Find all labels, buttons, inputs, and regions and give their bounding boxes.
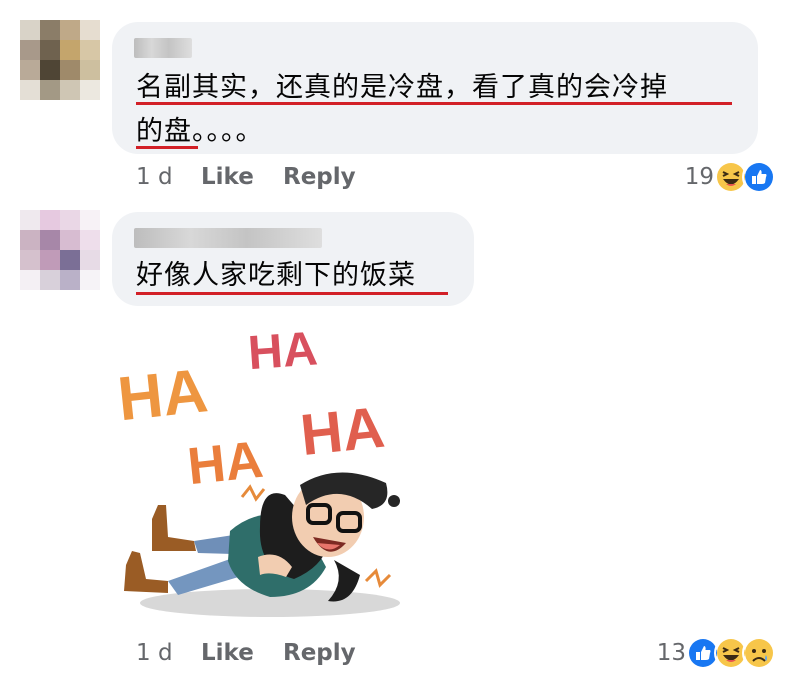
reaction-count: 19 [684, 164, 714, 190]
reaction-summary[interactable]: 19 [685, 160, 776, 194]
timestamp[interactable]: 1 d [136, 640, 173, 666]
laughing-sticker: HA HA HA HA [115, 322, 400, 617]
author-name[interactable] [134, 228, 322, 248]
reply-button[interactable]: Reply [283, 164, 356, 190]
comment-bubble: 名副其实，还真的是冷盘，看了真的会冷掉 的盘。。。。 [112, 22, 758, 154]
like-button[interactable]: Like [201, 640, 254, 666]
comment-text: 名副其实，还真的是冷盘，看了真的会冷掉 的盘。。。。 [136, 66, 668, 154]
author-name[interactable] [134, 38, 192, 58]
reaction-count: 13 [656, 640, 686, 666]
like-button[interactable]: Like [201, 164, 254, 190]
like-icon [742, 160, 776, 194]
sticker-text: HA [297, 395, 387, 468]
comment-bubble: 好像人家吃剩下的饭菜 [112, 212, 474, 306]
sticker-text: HA [246, 322, 319, 380]
comment-line: 的盘。。。。 [136, 116, 264, 147]
reply-button[interactable]: Reply [283, 640, 356, 666]
avatar[interactable] [20, 210, 100, 290]
reaction-summary[interactable]: 13 [657, 636, 776, 670]
timestamp[interactable]: 1 d [136, 164, 173, 190]
sticker-text: HA [115, 356, 211, 434]
underline-mark [136, 146, 198, 149]
underline-mark [136, 102, 732, 105]
avatar[interactable] [20, 20, 100, 100]
underline-mark [136, 292, 448, 295]
sad-icon [742, 636, 776, 670]
sticker-text: HA [185, 431, 266, 497]
